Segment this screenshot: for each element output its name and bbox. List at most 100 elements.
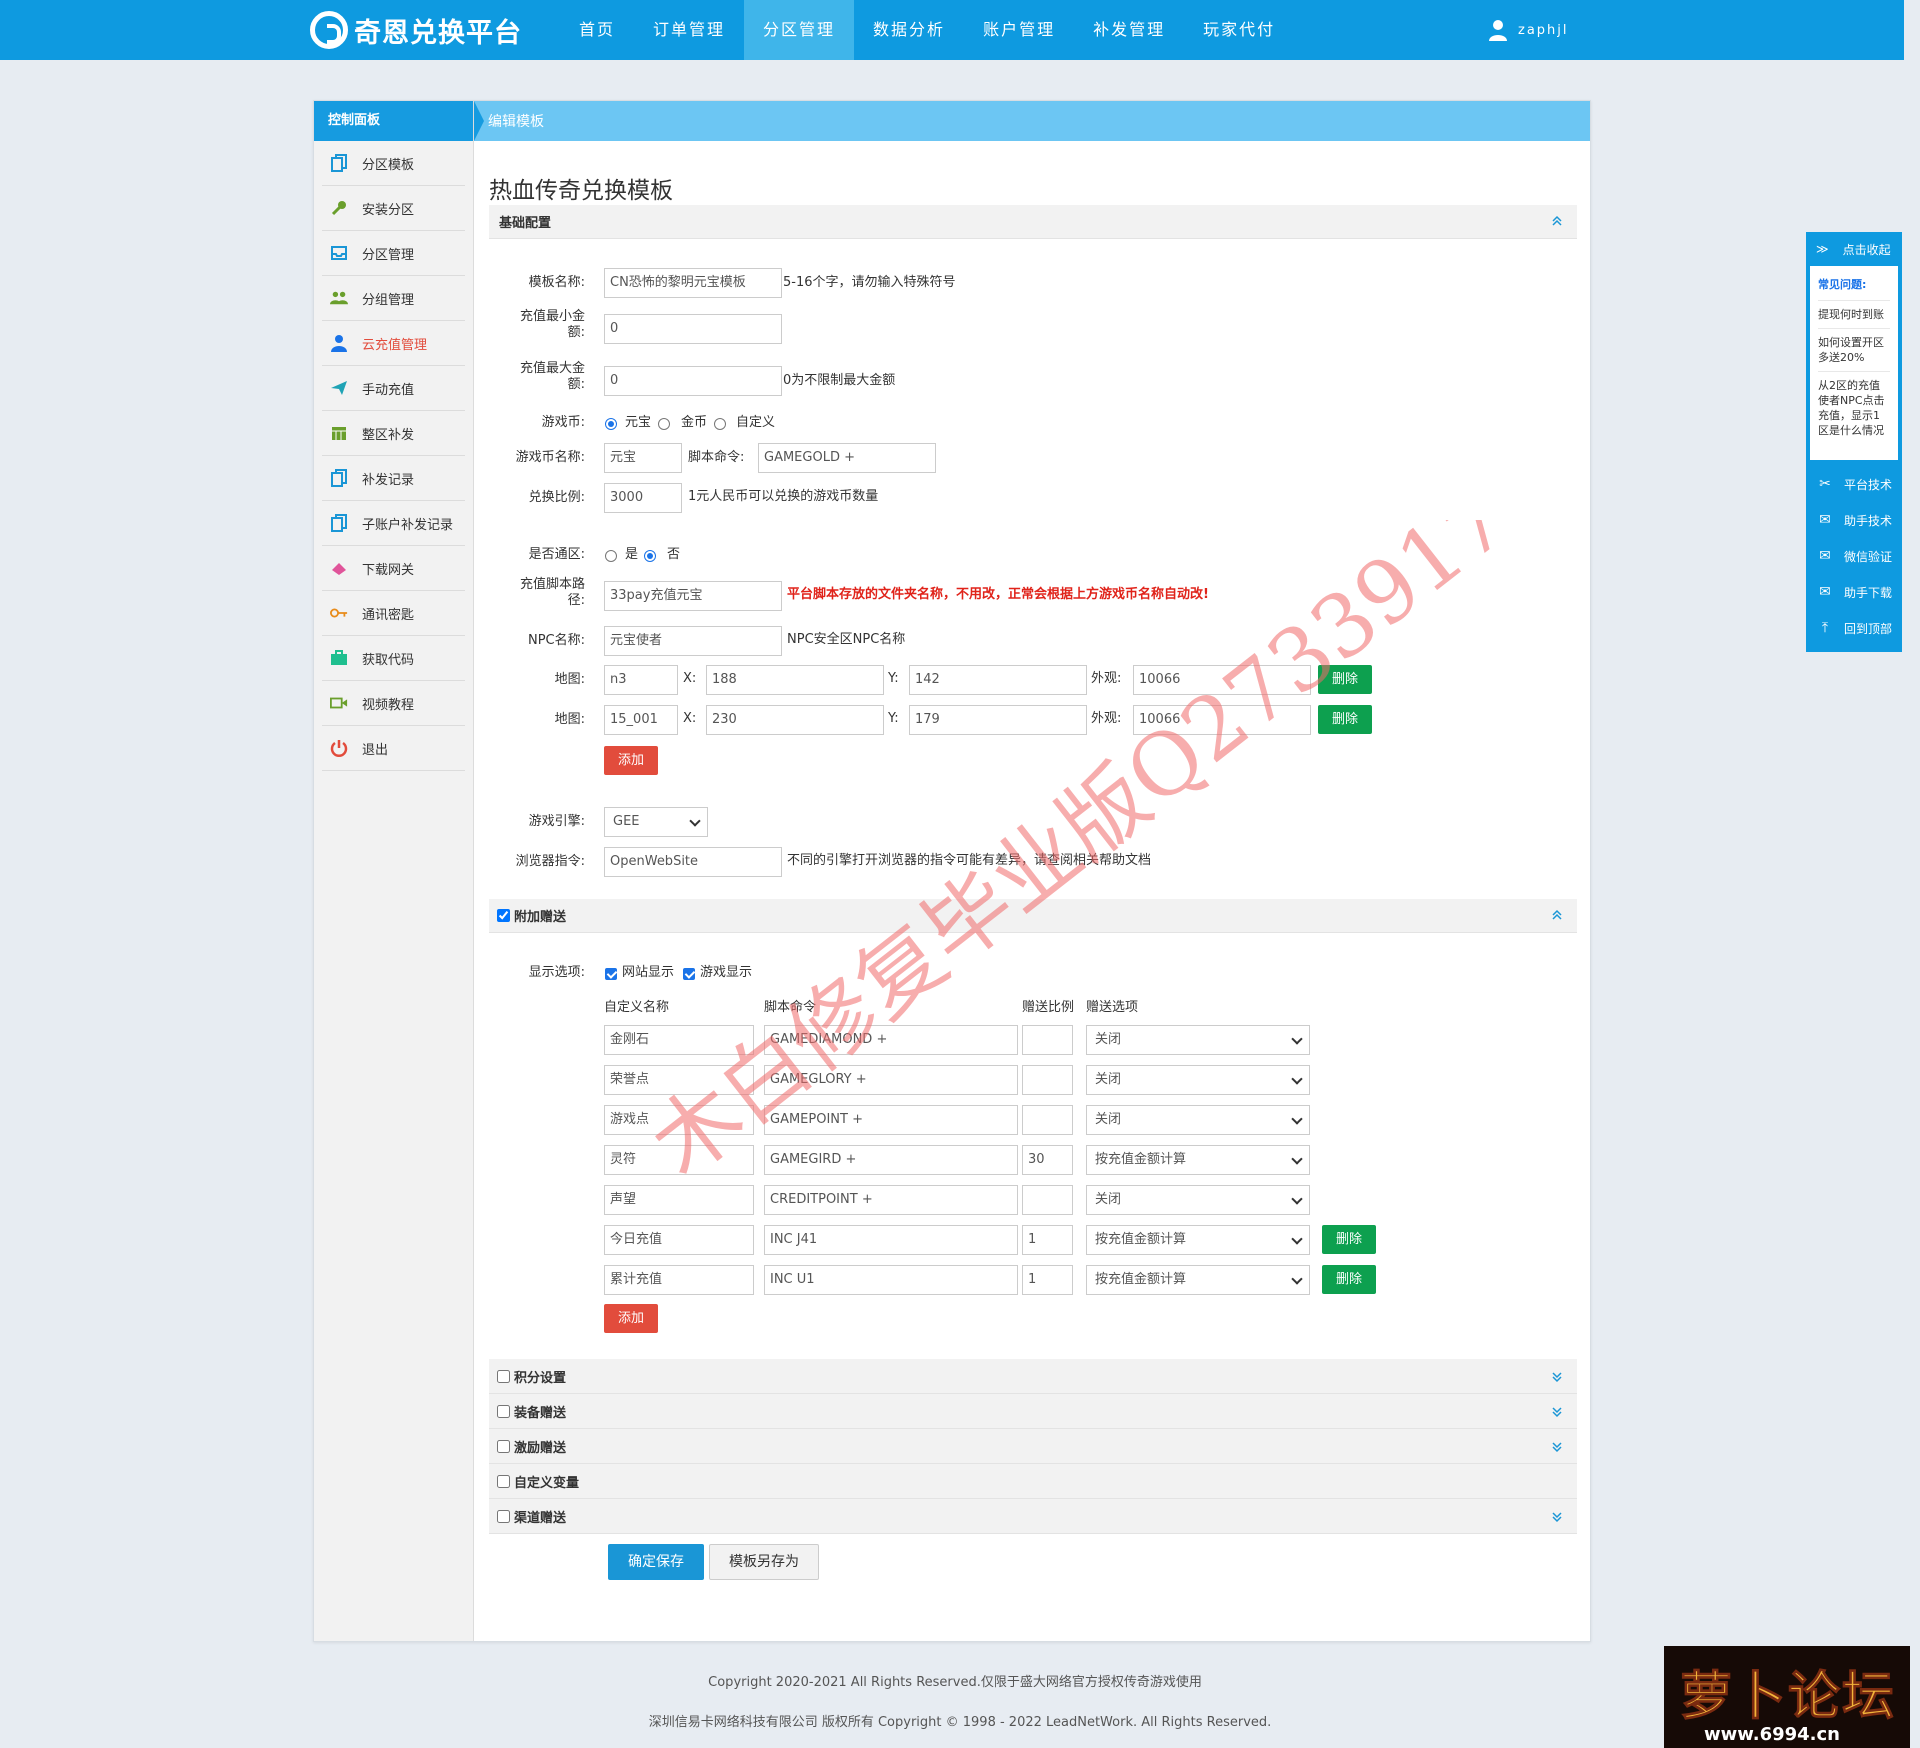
universal-radio-yes[interactable] xyxy=(605,550,617,562)
sidebar-item[interactable]: 安装分区 xyxy=(322,186,465,231)
chevron-down-icon[interactable] xyxy=(1551,1441,1563,1453)
min-amount-input[interactable]: 0 xyxy=(604,314,782,344)
nav-item[interactable]: 账户管理 xyxy=(964,0,1074,60)
currency-radio-yuanbao[interactable] xyxy=(605,418,617,430)
sidebar-item[interactable]: 退出 xyxy=(322,726,465,771)
x-input[interactable]: 188 xyxy=(706,665,884,695)
bonus-cmd-input[interactable]: INC U1 xyxy=(764,1265,1018,1295)
bonus-ratio-input[interactable] xyxy=(1022,1025,1073,1055)
bonus-ratio-input[interactable]: 1 xyxy=(1022,1225,1073,1255)
nav-item[interactable]: 订单管理 xyxy=(634,0,744,60)
delete-map-button[interactable]: 删除 xyxy=(1318,705,1372,734)
bonus-name-input[interactable]: 游戏点 xyxy=(604,1105,754,1135)
collapsed-section[interactable]: 激励赠送 xyxy=(489,1429,1577,1464)
bonus-option-select[interactable]: 关闭 xyxy=(1086,1025,1310,1055)
bonus-option-select[interactable]: 按充值金额计算 xyxy=(1086,1225,1310,1255)
delete-bonus-button[interactable]: 删除 xyxy=(1322,1265,1376,1294)
bonus-cmd-input[interactable]: GAMEGLORY + xyxy=(764,1065,1018,1095)
sidebar-item[interactable]: 通讯密匙 xyxy=(322,591,465,636)
bonus-ratio-input[interactable] xyxy=(1022,1105,1073,1135)
save-button[interactable]: 确定保存 xyxy=(608,1544,704,1580)
bonus-option-select[interactable]: 关闭 xyxy=(1086,1185,1310,1215)
nav-item[interactable]: 首页 xyxy=(560,0,634,60)
float-link[interactable]: ✂ 平台技术 xyxy=(1806,466,1902,502)
look-input[interactable]: 10066 xyxy=(1133,705,1311,735)
collapsed-section[interactable]: 渠道赠送 xyxy=(489,1499,1577,1534)
sidebar-item[interactable]: 手动充值 xyxy=(322,366,465,411)
bonus-ratio-input[interactable] xyxy=(1022,1065,1073,1095)
bonus-cmd-input[interactable]: CREDITPOINT + xyxy=(764,1185,1018,1215)
add-map-button[interactable]: 添加 xyxy=(604,746,658,775)
bonus-cmd-input[interactable]: GAMEDIAMOND + xyxy=(764,1025,1018,1055)
currency-name-input[interactable]: 元宝 xyxy=(604,443,682,473)
section-enable-checkbox[interactable] xyxy=(497,1369,510,1383)
bonus-name-input[interactable]: 灵符 xyxy=(604,1145,754,1175)
float-link[interactable]: ✉ 助手技术 xyxy=(1806,502,1902,538)
chevron-down-icon[interactable] xyxy=(1551,1511,1563,1523)
nav-item[interactable]: 分区管理 xyxy=(744,0,855,60)
bonus-ratio-input[interactable]: 30 xyxy=(1022,1145,1073,1175)
nav-item[interactable]: 数据分析 xyxy=(854,0,964,60)
bonus-option-select[interactable]: 关闭 xyxy=(1086,1105,1310,1135)
bonus-cmd-input[interactable]: GAMEPOINT + xyxy=(764,1105,1018,1135)
bonus-cmd-input[interactable]: INC J41 xyxy=(764,1225,1018,1255)
add-bonus-button[interactable]: 添加 xyxy=(604,1304,658,1333)
section-enable-checkbox[interactable] xyxy=(497,1404,510,1418)
collapsed-section[interactable]: 自定义变量 xyxy=(489,1464,1577,1499)
chevron-up-icon[interactable] xyxy=(1551,909,1563,921)
brand-logo[interactable]: 奇恩兑换平台 xyxy=(310,10,522,50)
sidebar-item[interactable]: 补发记录 xyxy=(322,456,465,501)
float-link[interactable]: ⤒ 回到顶部 xyxy=(1806,610,1902,646)
bonus-cmd-input[interactable]: GAMEGIRD + xyxy=(764,1145,1018,1175)
bonus-ratio-input[interactable] xyxy=(1022,1185,1073,1215)
script-path-input[interactable]: 33pay充值元宝 xyxy=(604,581,782,611)
site-display-checkbox[interactable] xyxy=(605,968,617,980)
section-enable-checkbox[interactable] xyxy=(497,1439,510,1453)
collapse-button[interactable]: ≫ 点击收起 xyxy=(1806,232,1902,266)
y-input[interactable]: 142 xyxy=(909,665,1087,695)
max-amount-input[interactable]: 0 xyxy=(604,366,782,396)
delete-map-button[interactable]: 删除 xyxy=(1318,665,1372,694)
ratio-input[interactable]: 3000 xyxy=(604,483,682,513)
section-basic-config[interactable]: 基础配置 xyxy=(489,205,1577,239)
sidebar-item[interactable]: 获取代码 xyxy=(322,636,465,681)
faq-item[interactable]: 提现何时到账 xyxy=(1818,300,1890,328)
look-input[interactable]: 10066 xyxy=(1133,665,1311,695)
float-link[interactable]: ✉ 微信验证 xyxy=(1806,538,1902,574)
bonus-option-select[interactable]: 按充值金额计算 xyxy=(1086,1145,1310,1175)
section-enable-checkbox[interactable] xyxy=(497,1509,510,1523)
user-menu[interactable]: zaphjl xyxy=(1488,0,1569,60)
npc-name-input[interactable]: 元宝使者 xyxy=(604,626,782,656)
faq-item[interactable]: 如何设置开区多送20% xyxy=(1818,328,1890,371)
bonus-name-input[interactable]: 今日充值 xyxy=(604,1225,754,1255)
bonus-name-input[interactable]: 声望 xyxy=(604,1185,754,1215)
bonus-name-input[interactable]: 累计充值 xyxy=(604,1265,754,1295)
universal-radio-no[interactable] xyxy=(644,550,656,562)
section-enable-checkbox[interactable] xyxy=(497,1474,510,1488)
float-link[interactable]: ✉ 助手下载 xyxy=(1806,574,1902,610)
nav-item[interactable]: 补发管理 xyxy=(1074,0,1184,60)
map-input[interactable]: 15_001 xyxy=(604,705,678,735)
bonus-name-input[interactable]: 金刚石 xyxy=(604,1025,754,1055)
bonus-option-select[interactable]: 按充值金额计算 xyxy=(1086,1265,1310,1295)
delete-bonus-button[interactable]: 删除 xyxy=(1322,1225,1376,1254)
engine-select[interactable]: GEE xyxy=(604,807,708,837)
browser-cmd-input[interactable]: OpenWebSite xyxy=(604,847,782,877)
template-name-input[interactable]: CN恐怖的黎明元宝模板 xyxy=(604,268,782,298)
bonus-ratio-input[interactable]: 1 xyxy=(1022,1265,1073,1295)
y-input[interactable]: 179 xyxy=(909,705,1087,735)
x-input[interactable]: 230 xyxy=(706,705,884,735)
sidebar-item[interactable]: 整区补发 xyxy=(322,411,465,456)
bonus-name-input[interactable]: 荣誉点 xyxy=(604,1065,754,1095)
chevron-up-icon[interactable] xyxy=(1551,215,1563,227)
section-bonus[interactable]: 附加赠送 xyxy=(489,899,1577,933)
save-as-template-button[interactable]: 模板另存为 xyxy=(709,1544,819,1580)
nav-item[interactable]: 玩家代付 xyxy=(1184,0,1294,60)
faq-item[interactable]: 从2区的充值使者NPC点击充值，显示1区是什么情况 xyxy=(1818,371,1890,444)
map-input[interactable]: n3 xyxy=(604,665,678,695)
collapsed-section[interactable]: 积分设置 xyxy=(489,1359,1577,1394)
chevron-down-icon[interactable] xyxy=(1551,1371,1563,1383)
sidebar-item[interactable]: 分区模板 xyxy=(322,141,465,186)
sidebar-item[interactable]: 子账户补发记录 xyxy=(322,501,465,546)
chevron-down-icon[interactable] xyxy=(1551,1406,1563,1418)
